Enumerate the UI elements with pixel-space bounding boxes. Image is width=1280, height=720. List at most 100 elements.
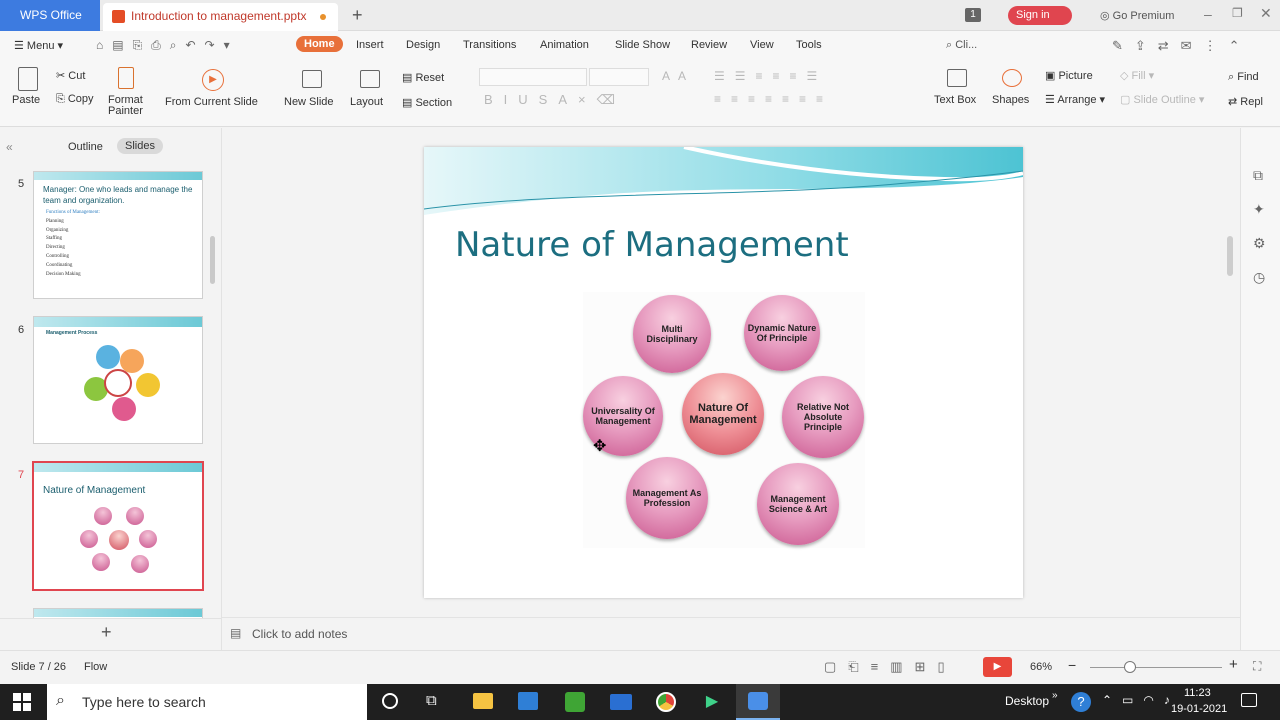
node-dynamic-nature[interactable]: Dynamic Nature Of Principle — [744, 295, 820, 371]
node-multi-disciplinary[interactable]: Multi Disciplinary — [633, 295, 711, 373]
toolbar-expand-icon[interactable]: » — [1052, 690, 1058, 701]
slides-tab[interactable]: Slides — [117, 138, 163, 154]
new-tab-icon[interactable]: + — [352, 5, 363, 26]
zoom-in-icon[interactable]: + — [1229, 656, 1238, 673]
find-button[interactable]: ⌕ Find — [1228, 71, 1259, 84]
text-format-icons[interactable]: BIUSA×⌫ — [484, 92, 626, 108]
zoom-level[interactable]: 66% — [1030, 661, 1052, 673]
node-management-as-profession[interactable]: Management As Profession — [626, 457, 708, 539]
menu-button[interactable]: ☰ Menu ▾ — [14, 39, 63, 52]
new-slide-icon[interactable] — [302, 70, 322, 88]
shapes-icon[interactable] — [1002, 69, 1022, 87]
slide-thumbnail-7[interactable]: Nature of Management — [32, 461, 204, 591]
sidebar-tool-icons[interactable]: ⧉ ✦ ⚙ ◷ — [1253, 158, 1266, 294]
slide-title[interactable]: Nature of Management — [455, 225, 849, 265]
node-management-science-art[interactable]: Management Science & Art — [757, 463, 839, 545]
paste-icon[interactable] — [18, 67, 38, 91]
paragraph-align-icons[interactable]: ≡≡≡≡≡≡≡ — [714, 92, 833, 106]
tab-slide-show[interactable]: Slide Show — [615, 39, 670, 51]
mail-icon[interactable] — [610, 694, 632, 710]
restore-icon[interactable]: ❐ — [1232, 6, 1243, 20]
fill-button[interactable]: ◇ Fill ▾ — [1120, 69, 1154, 82]
window-count-badge[interactable]: 1 — [965, 8, 981, 22]
notification-icon[interactable] — [1241, 693, 1257, 707]
search-command[interactable]: ⌕ Cli... — [946, 39, 977, 52]
zoom-out-icon[interactable]: − — [1068, 657, 1076, 673]
tab-home[interactable]: Home — [296, 36, 343, 52]
task-view-icon[interactable]: ⧉ — [426, 692, 437, 709]
notes-area[interactable]: ▤ Click to add notes — [222, 617, 1240, 650]
replace-button[interactable]: ⇄ Repl — [1228, 95, 1263, 108]
panel-scrollbar[interactable] — [210, 236, 215, 284]
slide-outline-button[interactable]: ▢ Slide Outline ▾ — [1120, 93, 1204, 106]
text-box-icon[interactable] — [947, 69, 967, 87]
slide-thumbnail-6[interactable]: Management Process — [33, 316, 203, 444]
desktop-toolbar[interactable]: Desktop — [1005, 694, 1049, 708]
close-icon[interactable]: ✕ — [1260, 5, 1272, 22]
wps-taskbar-button[interactable] — [736, 684, 780, 720]
arrange-button[interactable]: ☰ Arrange ▾ — [1045, 93, 1105, 106]
shapes-button[interactable]: Shapes — [992, 94, 1029, 106]
list-format-icons[interactable]: ☰☰≡≡≡☰ — [714, 69, 827, 83]
app-green-icon[interactable] — [565, 692, 585, 712]
notes-placeholder[interactable]: Click to add notes — [252, 627, 347, 641]
node-relative-not-absolute[interactable]: Relative Not Absolute Principle — [782, 376, 864, 458]
format-painter-icon[interactable] — [118, 67, 134, 89]
quick-access-icons[interactable]: ⌂▤⎘⎙⌕↶↷▾ — [96, 38, 239, 53]
clock-time[interactable]: 11:23 — [1184, 687, 1211, 699]
canvas-scrollbar[interactable] — [1227, 236, 1233, 276]
layout-icon[interactable] — [360, 70, 380, 88]
format-painter-label-2[interactable]: Painter — [108, 105, 143, 117]
from-current-slide-button[interactable]: From Current Slide — [165, 96, 258, 108]
minimize-icon[interactable]: – — [1204, 6, 1212, 22]
collapse-panel-icon[interactable]: « — [6, 140, 13, 154]
slide-thumbnail-5[interactable]: Manager: One who leads and manage the te… — [33, 171, 203, 299]
go-premium-link[interactable]: ◎ Go Premium — [1100, 9, 1174, 22]
add-slide-icon[interactable]: + — [101, 622, 112, 643]
system-tray-icons[interactable]: ⌃▭◠♪ — [1102, 693, 1180, 707]
copy-button[interactable]: ⎘ Copy — [56, 93, 94, 106]
cortana-icon[interactable] — [382, 693, 398, 709]
chrome-icon[interactable] — [656, 692, 676, 712]
text-box-button[interactable]: Text Box — [934, 94, 976, 106]
font-grow-shrink-icons[interactable]: AA — [662, 69, 694, 83]
media-app-icon[interactable]: ▶ — [702, 692, 722, 712]
tab-tools[interactable]: Tools — [796, 39, 822, 51]
flow-label[interactable]: Flow — [84, 661, 107, 673]
help-icon[interactable]: ? — [1071, 692, 1091, 712]
fit-window-icon[interactable]: ⛶ — [1253, 659, 1261, 674]
windows-start-icon[interactable] — [13, 693, 31, 711]
tab-animation[interactable]: Animation — [540, 39, 589, 51]
zoom-slider[interactable] — [1090, 667, 1222, 668]
store-icon[interactable] — [518, 692, 538, 710]
tab-review[interactable]: Review — [691, 39, 727, 51]
slide-thumbnail-8-partial[interactable] — [33, 608, 203, 618]
new-slide-button[interactable]: New Slide — [284, 96, 334, 108]
font-family-select[interactable] — [479, 68, 587, 86]
clock-date[interactable]: 19-01-2021 — [1171, 703, 1227, 715]
layout-button[interactable]: Layout — [350, 96, 383, 108]
paste-button[interactable]: Paste — [12, 94, 40, 106]
view-mode-icons[interactable]: ▢⎗≡▥⊞▯ — [824, 659, 957, 675]
node-center-nature-of-management[interactable]: Nature Of Management — [682, 373, 764, 455]
play-slideshow-button[interactable]: ▶ — [983, 657, 1012, 677]
taskbar-search-box[interactable]: ⌕ Type here to search — [47, 684, 367, 720]
current-slide[interactable]: Nature of Management Multi Disciplinary … — [424, 147, 1023, 598]
document-tab[interactable]: Introduction to management.pptx — [103, 3, 338, 31]
sign-in-button[interactable]: Sign in — [1008, 6, 1072, 25]
play-from-current-icon[interactable]: ▶ — [202, 69, 224, 91]
tab-design[interactable]: Design — [406, 39, 440, 51]
reset-button[interactable]: ▤ Reset — [402, 71, 444, 84]
cut-button[interactable]: ✂ Cut — [56, 69, 85, 82]
section-button[interactable]: ▤ Section — [402, 96, 452, 109]
font-size-select[interactable] — [589, 68, 649, 86]
tab-insert[interactable]: Insert — [356, 39, 384, 51]
outline-tab[interactable]: Outline — [68, 141, 103, 153]
file-explorer-icon[interactable] — [473, 693, 493, 709]
tab-transitions[interactable]: Transitions — [463, 39, 516, 51]
smartart-diagram[interactable]: Multi Disciplinary Dynamic Nature Of Pri… — [583, 292, 865, 548]
tab-view[interactable]: View — [750, 39, 774, 51]
zoom-slider-handle[interactable] — [1124, 661, 1136, 673]
share-tools-icons[interactable]: ✎⇪⇄✉⋮⌃ — [1112, 38, 1251, 54]
picture-button[interactable]: ▣ Picture — [1045, 69, 1093, 82]
